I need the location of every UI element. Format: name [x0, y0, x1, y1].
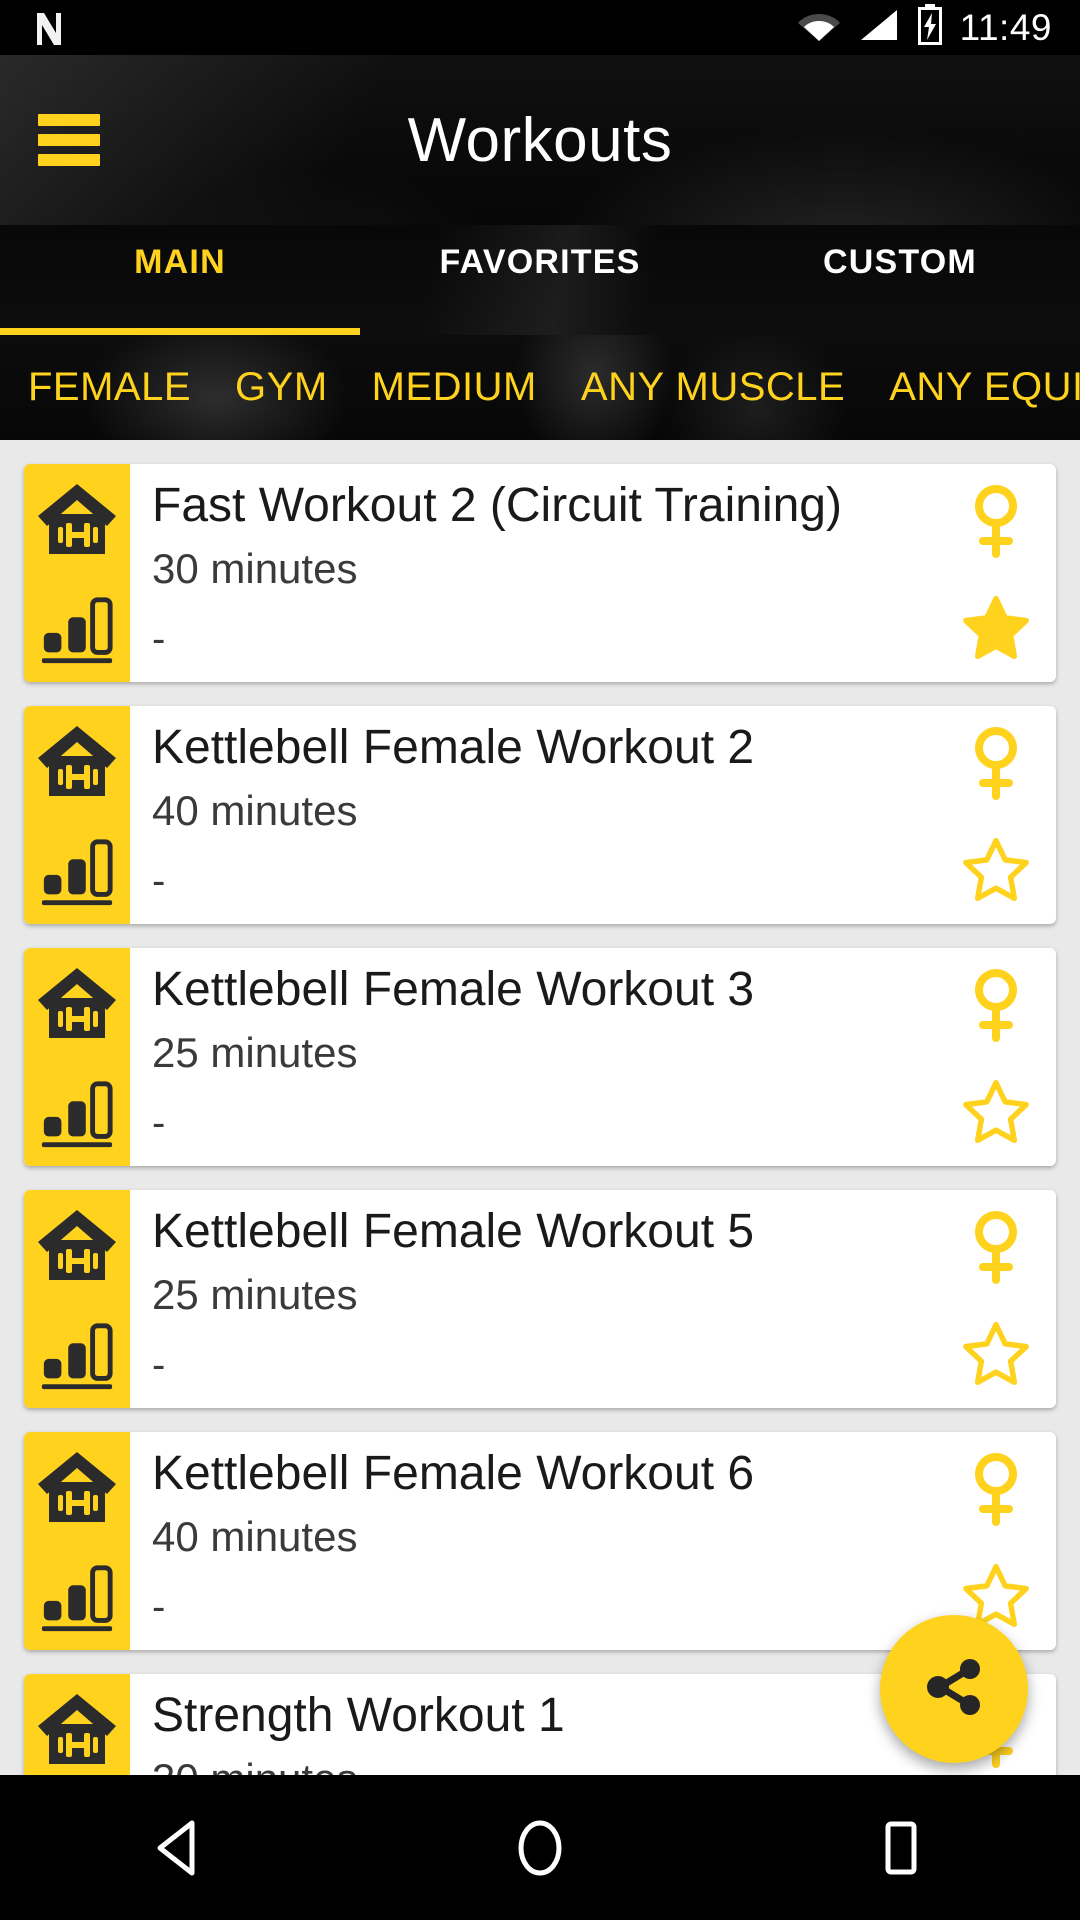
status-bar-left [34, 9, 64, 47]
workout-duration: 25 minutes [152, 1271, 358, 1319]
workout-card[interactable]: Kettlebell Female Workout 2 40 minutes - [24, 706, 1056, 924]
list-item-spacer [0, 1166, 1080, 1190]
workout-card-body: Kettlebell Female Workout 5 25 minutes - [130, 1190, 936, 1408]
difficulty-bars-icon [38, 833, 116, 914]
workout-card-body: Strength Workout 1 30 minutes - [130, 1674, 936, 1775]
female-symbol-icon [968, 482, 1024, 563]
workout-card[interactable]: Kettlebell Female Workout 3 25 minutes - [24, 948, 1056, 1166]
workout-title: Fast Workout 2 (Circuit Training) [152, 479, 842, 532]
workout-card[interactable]: Kettlebell Female Workout 5 25 minutes - [24, 1190, 1056, 1408]
app-bar: Workouts [0, 55, 1080, 225]
list-item-spacer [0, 924, 1080, 948]
female-symbol-icon [968, 966, 1024, 1047]
workout-title: Strength Workout 1 [152, 1689, 565, 1742]
workout-card-meta [936, 948, 1056, 1166]
n-logo-icon [34, 9, 64, 47]
workout-title: Kettlebell Female Workout 3 [152, 963, 755, 1016]
workout-card-body: Kettlebell Female Workout 3 25 minutes - [130, 948, 936, 1166]
workout-note: - [152, 859, 166, 904]
gym-house-icon [34, 1688, 120, 1775]
favorite-star-icon[interactable] [963, 1079, 1029, 1148]
list-top-spacer [0, 440, 1080, 464]
workout-title: Kettlebell Female Workout 5 [152, 1205, 755, 1258]
workout-card-body: Fast Workout 2 (Circuit Training) 30 min… [130, 464, 936, 682]
filter-bar[interactable]: FEMALE GYM MEDIUM ANY MUSCLE ANY EQUI [0, 335, 1080, 440]
filter-chip-muscle[interactable]: ANY MUSCLE [581, 365, 845, 410]
workout-duration: 25 minutes [152, 1029, 358, 1077]
status-bar-clock: 11:49 [959, 6, 1052, 48]
page-title: Workouts [407, 105, 673, 175]
gym-house-icon [34, 478, 120, 565]
tab-main[interactable]: MAIN [0, 225, 360, 335]
back-triangle-icon[interactable] [105, 1775, 255, 1920]
wifi-icon [796, 7, 842, 48]
gym-house-icon [34, 1204, 120, 1291]
female-symbol-icon [968, 1450, 1024, 1531]
share-icon [918, 1651, 990, 1728]
workout-note: - [152, 1101, 166, 1146]
workout-list[interactable]: Fast Workout 2 (Circuit Training) 30 min… [0, 440, 1080, 1775]
battery-charging-icon [916, 4, 944, 51]
workout-note: - [152, 1343, 166, 1388]
difficulty-bars-icon [38, 1075, 116, 1156]
workout-duration: 40 minutes [152, 1513, 358, 1561]
workout-card-strip [24, 706, 130, 924]
status-bar-right: 11:49 [796, 4, 1052, 51]
female-symbol-icon [968, 1208, 1024, 1289]
workout-note: - [152, 1585, 166, 1630]
tab-favorites[interactable]: FAVORITES [360, 225, 720, 335]
difficulty-bars-icon [38, 591, 116, 672]
list-item-spacer [0, 1408, 1080, 1432]
android-nav-bar [0, 1775, 1080, 1920]
workout-card-strip [24, 1190, 130, 1408]
female-symbol-icon [968, 724, 1024, 805]
workout-card-body: Kettlebell Female Workout 2 40 minutes - [130, 706, 936, 924]
workout-card[interactable]: Fast Workout 2 (Circuit Training) 30 min… [24, 464, 1056, 682]
home-circle-icon[interactable] [465, 1775, 615, 1920]
workout-card-meta [936, 1190, 1056, 1408]
workout-duration: 30 minutes [152, 545, 358, 593]
gym-house-icon [34, 962, 120, 1049]
filter-chip-gender[interactable]: FEMALE [28, 365, 191, 410]
cellular-signal-icon [858, 7, 900, 48]
difficulty-bars-icon [38, 1317, 116, 1398]
workout-card-meta [936, 706, 1056, 924]
favorite-star-icon[interactable] [963, 1321, 1029, 1390]
filter-chip-equipment[interactable]: ANY EQUI [889, 365, 1080, 410]
gym-house-icon [34, 720, 120, 807]
filter-chip-location[interactable]: GYM [235, 365, 328, 410]
workout-title: Kettlebell Female Workout 2 [152, 721, 755, 774]
workout-title: Kettlebell Female Workout 6 [152, 1447, 755, 1500]
tab-bar: MAIN FAVORITES CUSTOM [0, 225, 1080, 335]
gym-house-icon [34, 1446, 120, 1533]
workout-card-strip [24, 1674, 130, 1775]
workout-duration: 30 minutes [152, 1755, 936, 1775]
workout-card-strip [24, 948, 130, 1166]
tab-custom[interactable]: CUSTOM [720, 225, 1080, 335]
workout-card-strip [24, 1432, 130, 1650]
workout-note: - [152, 617, 166, 662]
workout-card-strip [24, 464, 130, 682]
workout-card[interactable]: Kettlebell Female Workout 6 40 minutes - [24, 1432, 1056, 1650]
share-fab-button[interactable] [880, 1615, 1028, 1763]
workout-card-meta [936, 464, 1056, 682]
list-item-spacer [0, 682, 1080, 706]
status-bar: 11:49 [0, 0, 1080, 55]
favorite-star-icon[interactable] [963, 837, 1029, 906]
difficulty-bars-icon [38, 1559, 116, 1640]
recents-square-icon[interactable] [825, 1775, 975, 1920]
workout-duration: 40 minutes [152, 787, 358, 835]
favorite-star-icon[interactable] [963, 595, 1029, 664]
workout-card-body: Kettlebell Female Workout 6 40 minutes - [130, 1432, 936, 1650]
filter-chip-difficulty[interactable]: MEDIUM [372, 365, 537, 410]
